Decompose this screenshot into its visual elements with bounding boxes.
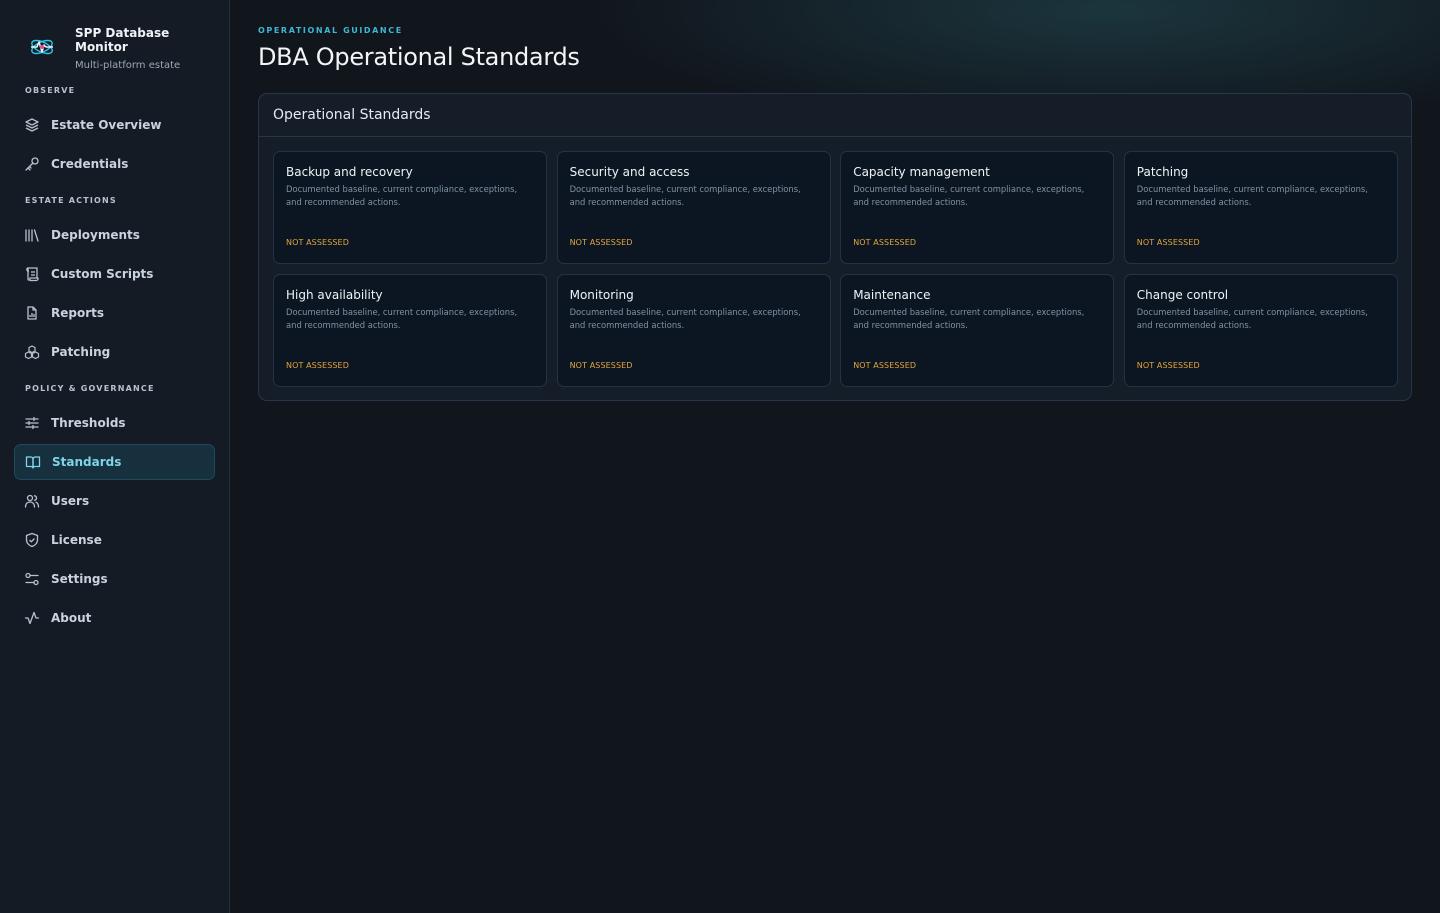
- sidebar-item-label: Deployments: [51, 228, 140, 242]
- panel-title: Operational Standards: [259, 94, 1411, 137]
- app-logo-icon: [31, 39, 53, 55]
- status-badge: NOT ASSESSED: [569, 238, 633, 247]
- sidebar-item-deployments[interactable]: Deployments: [14, 217, 215, 253]
- sidebar: SPP Database Monitor Multi-platform esta…: [0, 0, 230, 913]
- standard-card-maintenance[interactable]: Maintenance Documented baseline, current…: [840, 274, 1115, 387]
- card-title: Change control: [1136, 288, 1229, 302]
- page-title: DBA Operational Standards: [258, 43, 580, 71]
- card-description: Documented baseline, current compliance,…: [286, 307, 518, 330]
- standard-card-capacity-management[interactable]: Capacity management Documented baseline,…: [840, 151, 1115, 264]
- sidebar-item-label: Estate Overview: [51, 118, 162, 132]
- sidebar-item-label: About: [51, 611, 92, 625]
- settings-toggles-icon: [25, 572, 39, 586]
- sidebar-item-credentials[interactable]: Credentials: [14, 146, 215, 182]
- app-subtitle: Multi-platform estate: [75, 60, 181, 71]
- sidebar-item-standards[interactable]: Standards: [14, 444, 215, 480]
- activity-icon: [24, 611, 40, 625]
- card-description: Documented baseline, current compliance,…: [1136, 184, 1368, 207]
- status-badge: NOT ASSESSED: [1136, 361, 1200, 370]
- file-chart-icon: [27, 306, 37, 320]
- sidebar-item-reports[interactable]: Reports: [14, 295, 215, 331]
- boxes-icon: [24, 345, 40, 360]
- app-root: SPP Database Monitor Multi-platform esta…: [0, 0, 1440, 913]
- brand[interactable]: SPP Database Monitor Multi-platform esta…: [14, 0, 215, 84]
- sidebar-item-label: Standards: [52, 455, 122, 469]
- sidebar-item-thresholds[interactable]: Thresholds: [14, 405, 215, 441]
- status-badge: NOT ASSESSED: [286, 361, 349, 370]
- main-content: OPERATIONAL GUIDANCE DBA Operational Sta…: [230, 0, 1440, 913]
- standard-card-patching[interactable]: Patching Documented baseline, current co…: [1123, 151, 1398, 264]
- card-title: Backup and recovery: [286, 165, 413, 179]
- sidebar-item-settings[interactable]: Settings: [14, 561, 215, 597]
- nav-section-policy-governance: POLICY & GOVERNANCE: [25, 384, 155, 393]
- status-badge: NOT ASSESSED: [286, 238, 349, 247]
- sidebar-item-estate-overview[interactable]: Estate Overview: [14, 107, 215, 143]
- card-description: Documented baseline, current compliance,…: [853, 184, 1085, 207]
- card-title: Maintenance: [853, 288, 931, 302]
- standard-card-backup-and-recovery[interactable]: Backup and recovery Documented baseline,…: [273, 151, 547, 264]
- nav-section-estate-actions: ESTATE ACTIONS: [25, 196, 117, 205]
- sidebar-item-label: Thresholds: [51, 416, 126, 430]
- sidebar-item-label: Credentials: [51, 157, 129, 171]
- scroll-icon: [26, 267, 39, 282]
- standards-panel: Operational Standards Backup and recover…: [258, 93, 1412, 401]
- standard-card-change-control[interactable]: Change control Documented baseline, curr…: [1123, 274, 1398, 387]
- sidebar-item-label: Patching: [51, 345, 111, 359]
- standards-grid: Backup and recovery Documented baseline,…: [259, 137, 1411, 387]
- card-description: Documented baseline, current compliance,…: [1136, 307, 1368, 330]
- library-icon: [25, 229, 39, 242]
- status-badge: NOT ASSESSED: [853, 361, 917, 370]
- sidebar-item-label: Users: [51, 494, 90, 508]
- app-title: SPP Database Monitor: [75, 26, 170, 54]
- card-title: Monitoring: [569, 288, 634, 302]
- sidebar-item-patching[interactable]: Patching: [14, 334, 215, 370]
- users-icon: [24, 494, 40, 508]
- sidebar-item-label: Settings: [51, 572, 108, 586]
- shield-check-icon: [25, 532, 39, 548]
- page-eyebrow: OPERATIONAL GUIDANCE: [258, 26, 403, 35]
- standard-card-monitoring[interactable]: Monitoring Documented baseline, current …: [556, 274, 831, 387]
- standard-card-high-availability[interactable]: High availability Documented baseline, c…: [273, 274, 547, 387]
- card-description: Documented baseline, current compliance,…: [569, 184, 801, 207]
- nav-section-observe: OBSERVE: [25, 86, 76, 95]
- sidebar-item-label: Reports: [51, 306, 105, 320]
- sidebar-item-users[interactable]: Users: [14, 483, 215, 519]
- standard-card-security-and-access[interactable]: Security and access Documented baseline,…: [556, 151, 831, 264]
- card-title: Capacity management: [853, 165, 990, 179]
- card-title: Security and access: [569, 165, 690, 179]
- book-open-icon: [25, 456, 41, 469]
- status-badge: NOT ASSESSED: [569, 361, 633, 370]
- sidebar-item-label: Custom Scripts: [51, 267, 154, 281]
- card-title: High availability: [286, 288, 383, 302]
- sidebar-item-license[interactable]: License: [14, 522, 215, 558]
- status-badge: NOT ASSESSED: [853, 238, 917, 247]
- card-description: Documented baseline, current compliance,…: [286, 184, 518, 207]
- layers-icon: [25, 118, 39, 132]
- card-description: Documented baseline, current compliance,…: [569, 307, 801, 330]
- key-icon: [25, 157, 39, 171]
- card-title: Patching: [1136, 165, 1189, 179]
- sidebar-item-about[interactable]: About: [14, 600, 215, 636]
- sidebar-item-label: License: [51, 533, 102, 547]
- status-badge: NOT ASSESSED: [1136, 238, 1200, 247]
- sliders-icon: [25, 416, 39, 430]
- card-description: Documented baseline, current compliance,…: [853, 307, 1085, 330]
- sidebar-item-custom-scripts[interactable]: Custom Scripts: [14, 256, 215, 292]
